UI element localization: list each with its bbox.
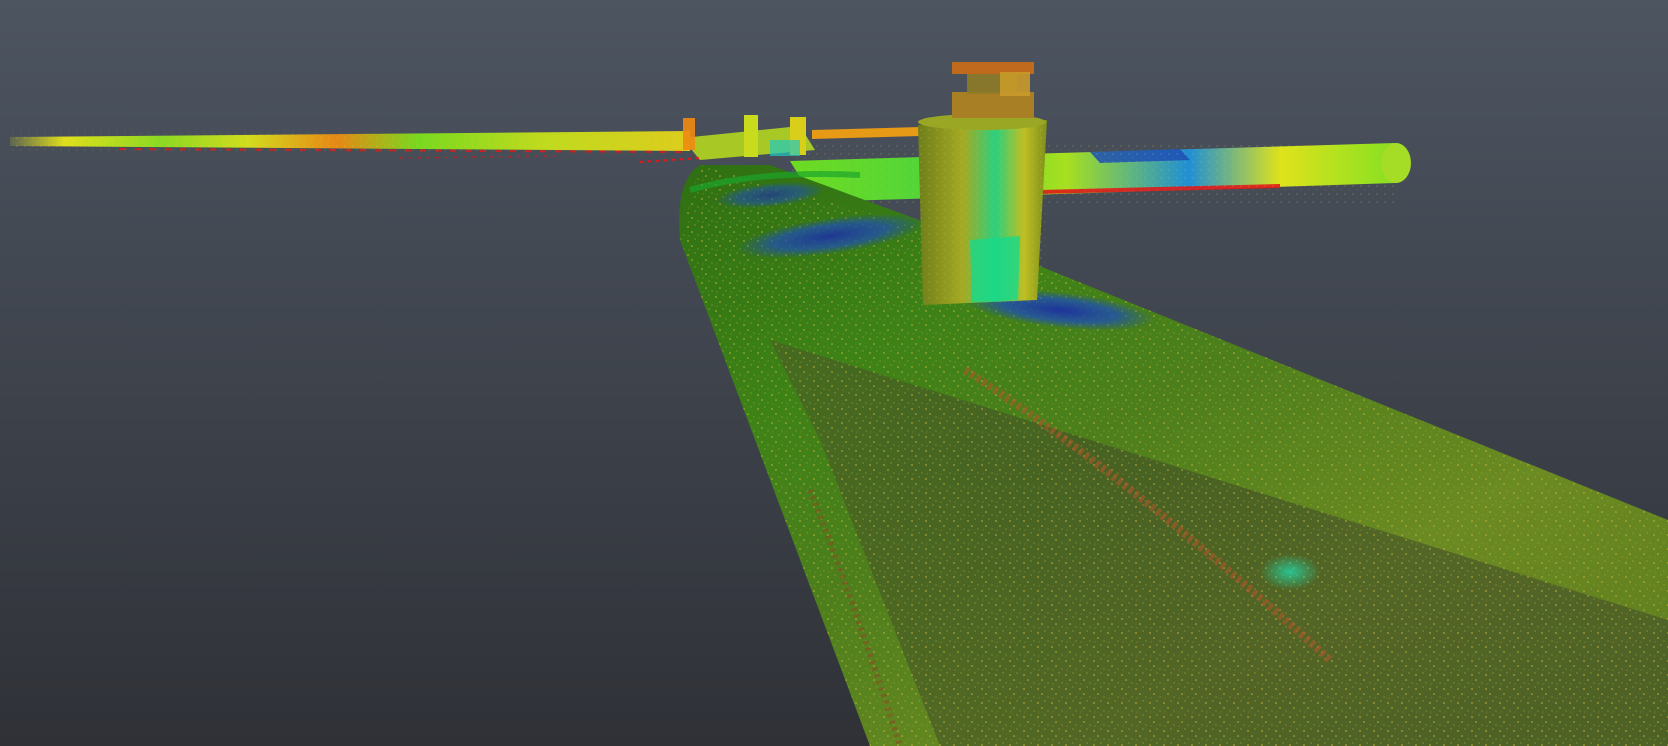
- point-cloud-viewport[interactable]: [0, 0, 1668, 746]
- point-cloud-scene[interactable]: [0, 0, 1668, 746]
- horizontal-pipe-right: [790, 143, 1411, 203]
